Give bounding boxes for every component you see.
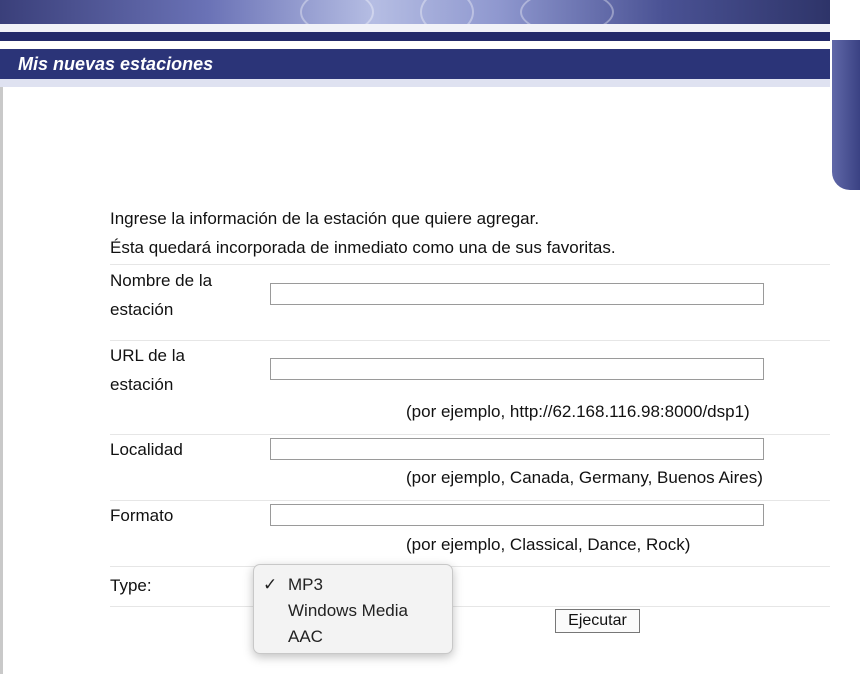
page-title: Mis nuevas estaciones	[18, 54, 214, 74]
locality-label: Localidad	[110, 440, 183, 459]
station-url-label-line2: estación	[110, 375, 174, 394]
type-option-aac[interactable]: AAC	[254, 624, 452, 650]
station-name-label: Nombre de la estación	[110, 266, 212, 324]
banner-decoration	[420, 0, 474, 24]
station-url-label-line1: URL de la	[110, 346, 185, 365]
row-divider	[110, 340, 830, 341]
station-name-input[interactable]	[270, 283, 764, 305]
locality-input[interactable]	[270, 438, 764, 460]
row-divider	[110, 500, 830, 501]
type-option-mp3[interactable]: ✓ MP3	[254, 572, 452, 598]
banner-decoration	[520, 0, 614, 24]
submit-button[interactable]: Ejecutar	[555, 609, 640, 633]
locality-hint: (por ejemplo, Canada, Germany, Buenos Ai…	[406, 468, 763, 487]
row-divider	[110, 264, 830, 265]
row-divider	[110, 606, 830, 607]
title-inner: Mis nuevas estaciones	[0, 49, 830, 83]
type-option-label: MP3	[288, 575, 323, 594]
top-banner-image	[0, 0, 830, 24]
checkmark-icon: ✓	[263, 575, 278, 594]
station-url-hint: (por ejemplo, http://62.168.116.98:8000/…	[406, 402, 750, 421]
type-option-label: Windows Media	[288, 601, 408, 620]
type-label: Type:	[110, 576, 152, 595]
type-option-windows-media[interactable]: Windows Media	[254, 598, 452, 624]
intro-line-1: Ingrese la información de la estación qu…	[110, 209, 540, 228]
row-divider	[110, 566, 830, 567]
side-tab-decoration	[832, 40, 860, 190]
station-name-label-line1: Nombre de la	[110, 271, 213, 290]
format-input[interactable]	[270, 504, 764, 526]
left-border	[0, 87, 3, 674]
format-label: Formato	[110, 506, 174, 525]
format-hint: (por ejemplo, Classical, Dance, Rock)	[406, 535, 691, 554]
banner-gap	[0, 24, 830, 32]
title-underline	[0, 79, 830, 87]
station-name-label-line2: estación	[110, 300, 174, 319]
station-url-label: URL de la estación	[110, 341, 185, 399]
row-divider	[110, 434, 830, 435]
banner-rule	[0, 32, 830, 41]
intro-text: Ingrese la información de la estación qu…	[110, 204, 830, 262]
intro-line-2: Ésta quedará incorporada de inmediato co…	[110, 238, 616, 257]
type-dropdown-menu[interactable]: ✓ MP3 Windows Media AAC	[253, 564, 453, 654]
banner-decoration	[300, 0, 374, 24]
type-option-label: AAC	[288, 627, 323, 646]
station-url-input[interactable]	[270, 358, 764, 380]
title-bar: Mis nuevas estaciones	[0, 41, 830, 83]
